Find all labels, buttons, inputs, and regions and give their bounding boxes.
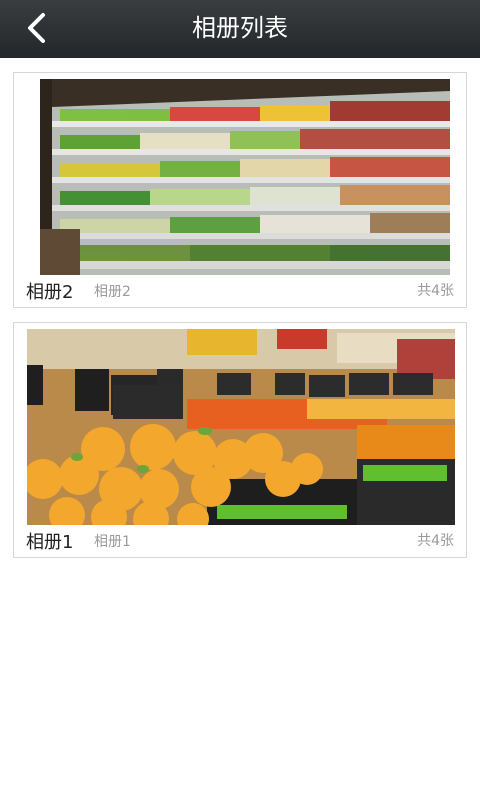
album-card[interactable]: 相册1 相册1 共4张 <box>13 322 467 558</box>
title-bar: 相册列表 <box>0 0 480 58</box>
album-photo-count: 共4张 <box>417 533 454 549</box>
album-photo-count: 共4张 <box>417 283 454 299</box>
album-cover-image <box>40 79 450 275</box>
album-cover-image <box>27 329 455 525</box>
album-name: 相册2 <box>26 282 74 303</box>
album-card[interactable]: 相册2 相册2 共4张 <box>13 72 467 308</box>
album-subtitle: 相册1 <box>94 534 131 550</box>
album-name: 相册1 <box>26 532 74 553</box>
page-title: 相册列表 <box>192 14 288 42</box>
album-subtitle: 相册2 <box>94 284 131 300</box>
